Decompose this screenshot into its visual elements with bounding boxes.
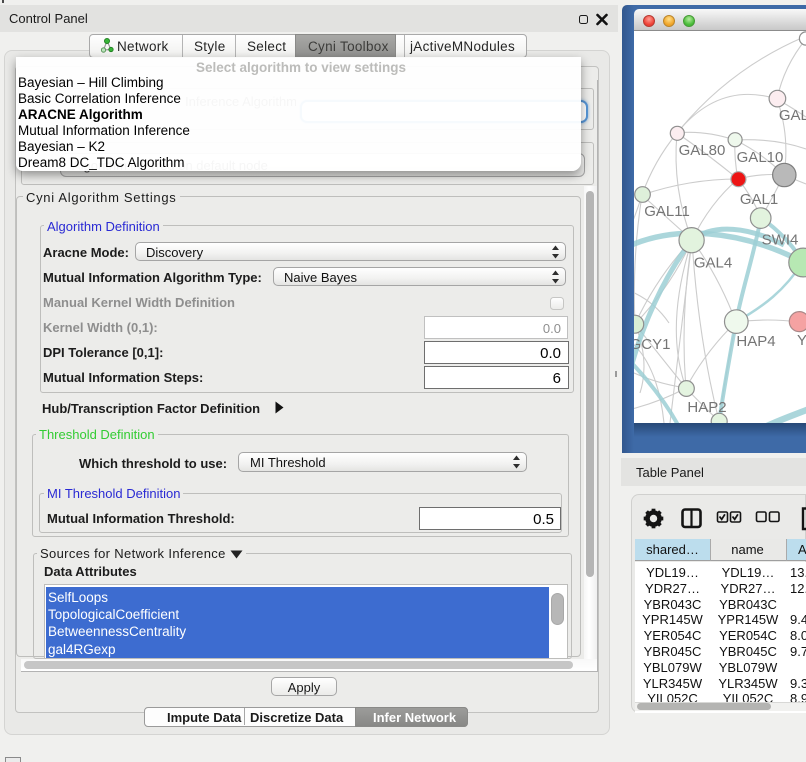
- svg-text:HAP2: HAP2: [687, 399, 726, 416]
- svg-text:GCY1: GCY1: [634, 336, 670, 353]
- svg-text:SWI4: SWI4: [762, 232, 799, 249]
- svg-text:GAL2: GAL2: [779, 107, 806, 124]
- svg-text:HAP4: HAP4: [736, 333, 775, 350]
- svg-text:GAL1: GAL1: [740, 191, 778, 208]
- svg-text:YEL047C: YEL047C: [797, 332, 806, 349]
- svg-text:GAL4: GAL4: [694, 255, 732, 272]
- svg-text:GAL80: GAL80: [679, 142, 726, 159]
- svg-text:GAL10: GAL10: [737, 149, 784, 166]
- svg-text:GAL11: GAL11: [644, 203, 690, 220]
